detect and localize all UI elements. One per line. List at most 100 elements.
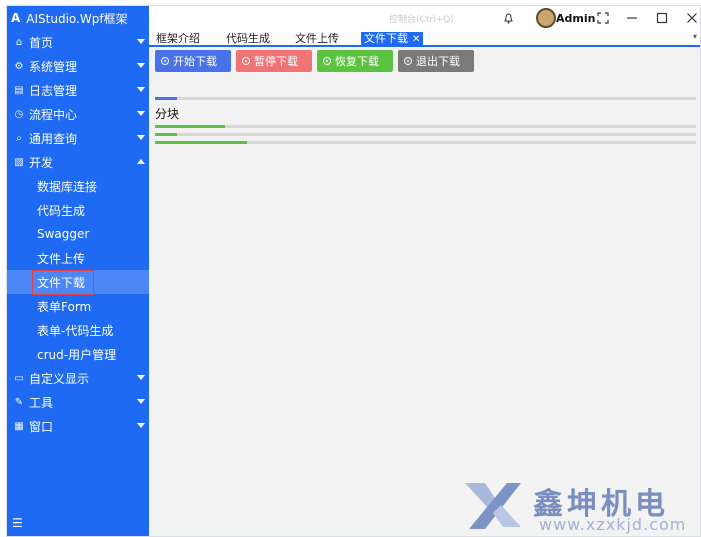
sidebar-item-window[interactable]: ▦ 窗口 [7, 414, 149, 438]
exit-download-label: 退出下载 [416, 55, 460, 68]
logo-icon: A [11, 11, 21, 25]
sidebar-subitem-label: 文件下载 [32, 269, 94, 295]
chunk-progress-fill [155, 141, 247, 144]
sidebar-subitem-form[interactable]: 表单Form [7, 294, 149, 318]
sidebar-item-log[interactable]: ▤ 日志管理 [7, 78, 149, 102]
app-logo: A AIStudio.Wpf框架 [7, 6, 149, 30]
sidebar-subitem-database[interactable]: 数据库连接 [7, 174, 149, 198]
chevron-down-icon [137, 39, 145, 44]
sidebar-subitem-codegen[interactable]: 代码生成 [7, 198, 149, 222]
menu-toggle-icon[interactable]: ☰ [12, 516, 23, 530]
chevron-down-icon [137, 423, 145, 428]
home-icon: ⌂ [15, 36, 23, 48]
tab-code-generation[interactable]: 代码生成 [226, 32, 270, 47]
sidebar-subitem-label: 表单-代码生成 [37, 323, 114, 338]
code-icon: ▧ [14, 156, 24, 168]
chevron-down-icon [137, 399, 145, 404]
tab-label: 代码生成 [226, 32, 270, 45]
resume-circle-icon [323, 57, 331, 65]
pause-download-label: 暂停下载 [254, 55, 298, 68]
tab-list-dropdown-icon[interactable]: ▾ [693, 32, 697, 41]
sidebar-subitem-swagger[interactable]: Swagger [7, 222, 149, 246]
chunk-progress-fill [155, 133, 177, 136]
chevron-down-icon [137, 63, 145, 68]
sidebar-subitem-label: crud-用户管理 [37, 347, 117, 362]
chunks-label: 分块 [155, 107, 180, 121]
monitor-icon: ▭ [14, 372, 24, 384]
tab-close-icon[interactable]: ✕ [412, 34, 420, 45]
sidebar-item-label: 窗口 [29, 419, 54, 434]
sidebar-subitem-label: Swagger [37, 227, 90, 241]
resume-download-label: 恢复下载 [335, 55, 379, 68]
tab-bar: 框架介绍 代码生成 文件上传 文件下载 ✕ ▾ [149, 30, 700, 47]
chunk-progress-bar-1 [155, 125, 696, 128]
tab-file-download[interactable]: 文件下载 ✕ [361, 32, 424, 47]
main-progress-fill [155, 97, 177, 100]
chunk-progress-bar-3 [155, 141, 696, 144]
sidebar-item-workflow[interactable]: ◷ 流程中心 [7, 102, 149, 126]
sidebar-subitem-crud-users[interactable]: crud-用户管理 [7, 342, 149, 366]
sidebar-item-label: 流程中心 [29, 107, 78, 122]
command-search[interactable]: 控制台(Ctrl+Q) [389, 12, 454, 25]
app-title: AIStudio.Wpf框架 [26, 11, 128, 26]
sidebar-subitem-label: 文件上传 [37, 251, 86, 266]
start-download-label: 开始下载 [173, 55, 217, 68]
chevron-down-icon [137, 135, 145, 140]
chevron-up-icon [137, 159, 145, 164]
tab-label: 文件上传 [295, 32, 339, 45]
sidebar-item-label: 系统管理 [29, 59, 78, 74]
sidebar-item-label: 日志管理 [29, 83, 78, 98]
sidebar-subitem-upload[interactable]: 文件上传 [7, 246, 149, 270]
fullscreen-icon[interactable] [595, 8, 611, 28]
chunk-progress-fill [155, 125, 226, 128]
title-bar: 控制台(Ctrl+Q) Admin [149, 6, 700, 30]
sidebar-item-label: 开发 [29, 155, 54, 170]
exit-circle-icon [404, 57, 412, 65]
gear-icon: ⚙ [14, 60, 24, 72]
pause-download-button[interactable]: 暂停下载 [236, 50, 312, 72]
sidebar-item-custom-display[interactable]: ▭ 自定义显示 [7, 366, 149, 390]
window-icon: ▦ [14, 420, 24, 432]
sidebar-item-system[interactable]: ⚙ 系统管理 [7, 54, 149, 78]
log-icon: ▤ [14, 84, 24, 96]
sidebar-subitem-label: 数据库连接 [37, 179, 98, 194]
chevron-down-icon [137, 375, 145, 380]
sidebar-subitem-label: 代码生成 [37, 203, 86, 218]
exit-download-button[interactable]: 退出下载 [398, 50, 474, 72]
sidebar-item-label: 首页 [29, 35, 54, 50]
tab-file-upload[interactable]: 文件上传 [295, 32, 339, 47]
watermark: 鑫坤机电 www.xzxkjd.com [463, 476, 700, 536]
sidebar-item-query[interactable]: ⌕ 通用查询 [7, 126, 149, 150]
search-icon: ⌕ [16, 132, 22, 144]
clock-icon: ◷ [14, 108, 24, 120]
watermark-logo [465, 483, 521, 529]
avatar[interactable] [536, 8, 556, 28]
play-circle-icon [161, 57, 169, 65]
sidebar-subitem-label: 表单Form [37, 299, 92, 314]
username[interactable]: Admin [556, 8, 595, 28]
sidebar-item-dev[interactable]: ▧ 开发 [7, 150, 149, 174]
chunk-progress-bar-2 [155, 133, 696, 136]
chevron-down-icon [137, 111, 145, 116]
tab-framework-intro[interactable]: 框架介绍 [156, 32, 200, 47]
minimize-icon[interactable] [623, 8, 641, 28]
sidebar-item-label: 工具 [29, 395, 54, 410]
sidebar: A AIStudio.Wpf框架 ⌂ 首页 ⚙ 系统管理 ▤ 日志管理 ◷ 流程… [7, 6, 149, 536]
pause-circle-icon [242, 57, 250, 65]
watermark-url: www.xzxkjd.com [539, 515, 687, 534]
start-download-button[interactable]: 开始下载 [155, 50, 231, 72]
main-progress-bar [155, 97, 696, 100]
wrench-icon: ✎ [14, 396, 24, 408]
bell-icon[interactable] [501, 8, 515, 28]
tab-label: 框架介绍 [156, 32, 200, 45]
sidebar-subitem-form-codegen[interactable]: 表单-代码生成 [7, 318, 149, 342]
maximize-icon[interactable] [653, 8, 671, 28]
app-window: A AIStudio.Wpf框架 ⌂ 首页 ⚙ 系统管理 ▤ 日志管理 ◷ 流程… [6, 5, 701, 537]
chevron-down-icon [137, 87, 145, 92]
resume-download-button[interactable]: 恢复下载 [317, 50, 393, 72]
sidebar-item-label: 通用查询 [29, 131, 78, 146]
sidebar-subitem-download[interactable]: 文件下载 [7, 269, 149, 295]
sidebar-item-tools[interactable]: ✎ 工具 [7, 390, 149, 414]
close-icon[interactable] [683, 8, 700, 28]
sidebar-item-home[interactable]: ⌂ 首页 [7, 30, 149, 54]
